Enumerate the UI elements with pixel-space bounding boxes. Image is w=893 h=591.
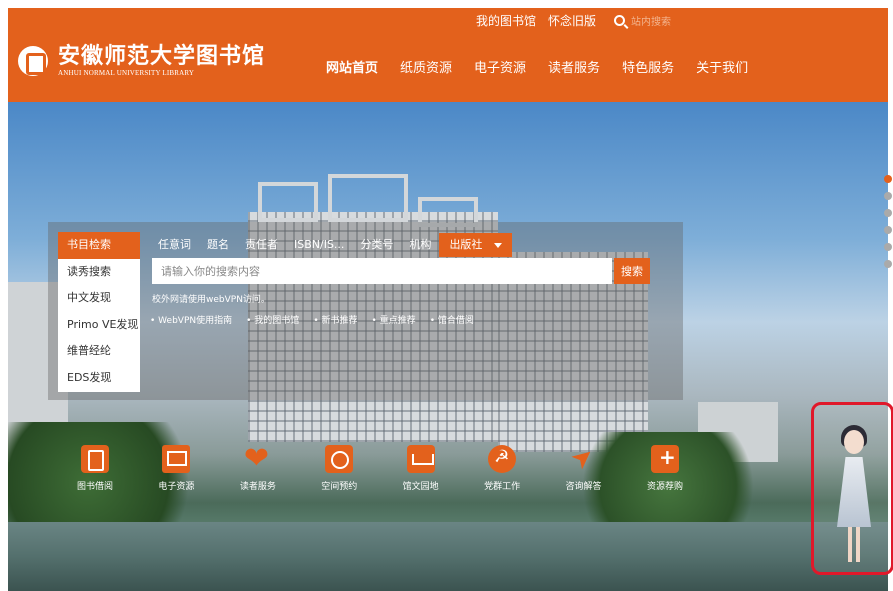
service-e-resources[interactable]: 电子资源 (141, 445, 211, 492)
tab-title[interactable]: 题名 (199, 233, 237, 257)
carousel-dot[interactable] (884, 243, 892, 251)
catalog-search-input[interactable] (152, 258, 612, 284)
logo-title-cn: 安徽师范大学图书馆 (58, 43, 266, 69)
source-primo-ve[interactable]: Primo VE发现 (58, 312, 140, 339)
source-eds[interactable]: EDS发现 (58, 365, 140, 392)
old-version-link[interactable]: 怀念旧版 (548, 12, 596, 29)
source-catalog[interactable]: 书目检索 (58, 232, 140, 259)
search-source-menu: 书目检索 读秀搜索 中文发现 Primo VE发现 维普经纶 EDS发现 (58, 232, 140, 392)
service-party[interactable]: 党群工作 (467, 445, 537, 492)
nav-print-resources[interactable]: 纸质资源 (400, 57, 452, 76)
reader-icon (406, 445, 435, 473)
tab-institution[interactable]: 机构 (401, 233, 439, 257)
source-duxiu[interactable]: 读秀搜索 (58, 259, 140, 286)
my-library-link[interactable]: 我的图书馆 (476, 12, 536, 29)
chevron-down-icon (494, 242, 503, 248)
nav-special-services[interactable]: 特色服务 (622, 57, 674, 76)
quick-links: WebVPN使用指南 我的图书馆 新书推荐 重点推荐 馆合借阅 (150, 313, 474, 326)
site-header: 安徽师范大学图书馆 ANHUI NORMAL UNIVERSITY LIBRAR… (8, 8, 888, 102)
monitor-icon (162, 445, 191, 473)
service-recommend[interactable]: 资源荐购 (630, 445, 700, 492)
service-consulting[interactable]: 咨询解答 (549, 445, 619, 492)
carousel-dot[interactable] (884, 226, 892, 234)
main-nav: 网站首页 纸质资源 电子资源 读者服务 特色服务 关于我们 (326, 57, 748, 76)
search-field-tabs: 任意词 题名 责任者 ISBN/IS... 分类号 机构 出版社 (150, 233, 513, 257)
source-vip[interactable]: 维普经纶 (58, 338, 140, 365)
service-culture[interactable]: 馆文园地 (386, 445, 456, 492)
tab-any-word[interactable]: 任意词 (150, 233, 199, 257)
quick-link-new-books[interactable]: 新书推荐 (313, 313, 357, 326)
tab-author[interactable]: 责任者 (237, 233, 286, 257)
logo-title-en: ANHUI NORMAL UNIVERSITY LIBRARY (58, 69, 195, 77)
paper-plane-icon (570, 445, 598, 473)
quick-link-ill[interactable]: 馆合借阅 (430, 313, 474, 326)
service-borrowing[interactable]: 图书借阅 (60, 445, 130, 492)
service-shortcuts: 图书借阅 电子资源 读者服务 空间预约 馆文园地 党群工作 咨询解答 资源荐购 (60, 441, 700, 492)
top-links: 我的图书馆 怀念旧版 站内搜索 (476, 12, 671, 29)
source-chinese-discovery[interactable]: 中文发现 (58, 285, 140, 312)
search-button[interactable]: 搜索 (614, 258, 650, 284)
carousel-dot[interactable] (884, 209, 892, 217)
carousel-dot[interactable] (884, 192, 892, 200)
cart-plus-icon (650, 445, 679, 473)
tab-publisher[interactable]: 出版社 (439, 233, 513, 257)
nav-about-us[interactable]: 关于我们 (696, 57, 748, 76)
carousel-dots (884, 175, 892, 268)
site-search[interactable]: 站内搜索 (614, 13, 671, 28)
building-roof-frame (328, 174, 408, 222)
nav-reader-services[interactable]: 读者服务 (548, 57, 600, 76)
quick-link-my-library[interactable]: 我的图书馆 (246, 313, 299, 326)
nav-e-resources[interactable]: 电子资源 (474, 57, 526, 76)
seat-icon (325, 445, 354, 473)
library-logo[interactable]: 安徽师范大学图书馆 ANHUI NORMAL UNIVERSITY LIBRAR… (18, 44, 265, 77)
tab-isbn[interactable]: ISBN/IS... (286, 233, 352, 257)
service-reader[interactable]: 读者服务 (223, 441, 293, 492)
quick-link-webvpn[interactable]: WebVPN使用指南 (150, 313, 232, 326)
nav-home[interactable]: 网站首页 (326, 57, 378, 76)
tab-classification[interactable]: 分类号 (352, 233, 401, 257)
library-logo-icon (18, 45, 48, 76)
lake (8, 522, 888, 591)
carousel-dot[interactable] (884, 175, 892, 183)
party-emblem-icon (488, 445, 517, 473)
book-icon (81, 445, 109, 473)
tab-publisher-label: 出版社 (449, 238, 483, 251)
site-search-placeholder[interactable]: 站内搜索 (631, 13, 671, 28)
search-icon[interactable] (614, 15, 626, 26)
virtual-assistant[interactable] (811, 402, 893, 575)
carousel-dot[interactable] (884, 260, 892, 268)
quick-link-featured[interactable]: 重点推荐 (372, 313, 416, 326)
heart-icon (244, 441, 272, 476)
vpn-note: 校外网请使用webVPN访问。 (152, 295, 270, 305)
service-space-booking[interactable]: 空间预约 (304, 445, 374, 492)
building-roof-frame (258, 182, 318, 222)
